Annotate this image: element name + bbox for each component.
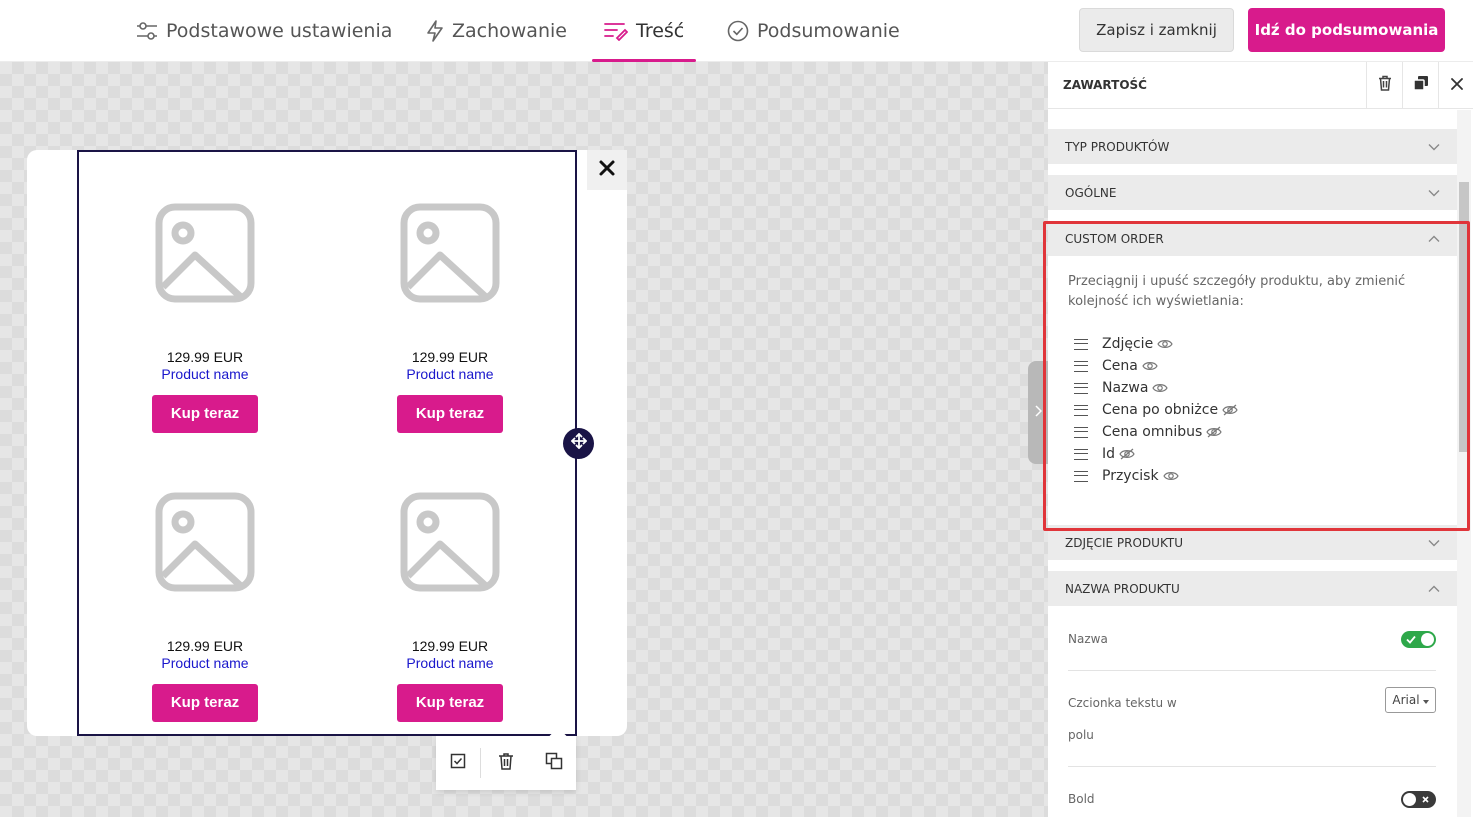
image-placeholder-icon bbox=[155, 492, 255, 592]
section-general[interactable]: OGÓLNE bbox=[1048, 175, 1458, 210]
bold-label: Bold bbox=[1068, 792, 1095, 806]
close-panel-button[interactable] bbox=[1438, 62, 1473, 109]
product-price: 129.99 EUR bbox=[411, 638, 489, 654]
content-icon bbox=[604, 21, 628, 41]
product-price: 129.99 EUR bbox=[166, 349, 244, 365]
move-icon bbox=[570, 432, 588, 455]
buy-now-button[interactable]: Kup teraz bbox=[152, 395, 258, 433]
duplicate-icon bbox=[545, 752, 563, 775]
image-placeholder-icon bbox=[155, 203, 255, 303]
sliders-icon bbox=[136, 21, 158, 41]
duplicate-element-button[interactable] bbox=[1402, 62, 1438, 109]
save-block-button[interactable] bbox=[436, 736, 480, 790]
tab-label: Zachowanie bbox=[452, 20, 567, 42]
product-card: 129.99 EUR Product name Kup teraz bbox=[105, 492, 305, 722]
font-select-value: Arial bbox=[1392, 693, 1420, 707]
product-price: 129.99 EUR bbox=[411, 349, 489, 365]
check-circle-icon bbox=[727, 20, 749, 42]
close-icon bbox=[598, 159, 616, 182]
product-name: Product name bbox=[161, 655, 249, 671]
product-card: 129.99 EUR Product name Kup teraz bbox=[350, 492, 550, 722]
product-price: 129.99 EUR bbox=[166, 638, 244, 654]
copy-icon bbox=[1412, 75, 1429, 96]
panel-title: ZAWARTOŚĆ bbox=[1063, 78, 1147, 92]
chevron-up-icon bbox=[1428, 582, 1440, 596]
tab-label: Podsumowanie bbox=[757, 20, 900, 42]
custom-order-highlight-box bbox=[1043, 221, 1470, 531]
tab-summary[interactable]: Podsumowanie bbox=[727, 0, 900, 62]
buy-now-button[interactable]: Kup teraz bbox=[152, 684, 258, 722]
font-label-line2: polu bbox=[1068, 728, 1094, 742]
section-title: ZDJĘCIE PRODUKTU bbox=[1065, 535, 1183, 550]
chevron-right-icon bbox=[1034, 404, 1043, 422]
delete-block-button[interactable] bbox=[481, 736, 531, 790]
font-select[interactable]: Arial bbox=[1385, 687, 1436, 713]
panel-header: ZAWARTOŚĆ bbox=[1048, 62, 1473, 109]
tab-label: Podstawowe ustawienia bbox=[166, 20, 393, 42]
tab-content[interactable]: Treść bbox=[592, 0, 697, 62]
trash-icon bbox=[498, 752, 514, 775]
section-product-name[interactable]: NAZWA PRODUKTU bbox=[1048, 571, 1458, 606]
caret-down-icon bbox=[1422, 693, 1429, 707]
product-name: Product name bbox=[161, 366, 249, 382]
trash-icon bbox=[1378, 75, 1392, 96]
buy-now-button[interactable]: Kup teraz bbox=[397, 684, 503, 722]
image-placeholder-icon bbox=[400, 492, 500, 592]
go-to-summary-button[interactable]: Idź do podsumowania bbox=[1248, 8, 1445, 52]
product-name: Product name bbox=[406, 366, 494, 382]
name-visibility-toggle[interactable] bbox=[1401, 631, 1436, 648]
tab-label: Treść bbox=[636, 20, 685, 42]
product-card: 129.99 EUR Product name Kup teraz bbox=[105, 203, 305, 433]
product-block-selected[interactable]: 129.99 EUR Product name Kup teraz 129.99… bbox=[77, 150, 577, 736]
section-product-type[interactable]: TYP PRODUKTÓW bbox=[1048, 129, 1458, 164]
active-tab-indicator bbox=[592, 59, 697, 62]
lightning-icon bbox=[426, 20, 444, 42]
section-title: NAZWA PRODUKTU bbox=[1065, 581, 1180, 596]
tab-behavior[interactable]: Zachowanie bbox=[426, 0, 567, 62]
checkbox-icon bbox=[450, 753, 466, 774]
product-name: Product name bbox=[406, 655, 494, 671]
delete-element-button[interactable] bbox=[1366, 62, 1402, 109]
image-placeholder-icon bbox=[400, 203, 500, 303]
chevron-down-icon bbox=[1428, 140, 1440, 154]
product-card: 129.99 EUR Product name Kup teraz bbox=[350, 203, 550, 433]
duplicate-block-button[interactable] bbox=[532, 736, 576, 790]
section-title: TYP PRODUKTÓW bbox=[1065, 139, 1170, 154]
tab-basic-settings[interactable]: Podstawowe ustawienia bbox=[136, 0, 392, 62]
font-label: Czcionka tekstu w bbox=[1068, 696, 1177, 710]
bold-toggle[interactable] bbox=[1401, 791, 1436, 808]
name-visibility-label: Nazwa bbox=[1068, 632, 1108, 646]
close-preview-button[interactable] bbox=[587, 150, 627, 190]
save-close-button[interactable]: Zapisz i zamknij bbox=[1079, 8, 1234, 52]
chevron-down-icon bbox=[1428, 536, 1440, 550]
buy-now-button[interactable]: Kup teraz bbox=[397, 395, 503, 433]
chevron-down-icon bbox=[1428, 186, 1440, 200]
section-title: OGÓLNE bbox=[1065, 185, 1117, 200]
editor-canvas: 129.99 EUR Product name Kup teraz 129.99… bbox=[0, 62, 1048, 817]
block-toolbar bbox=[436, 727, 576, 790]
move-block-handle[interactable] bbox=[563, 428, 594, 459]
close-icon bbox=[1450, 77, 1463, 95]
top-navigation-bar: Podstawowe ustawienia Zachowanie Treść P… bbox=[0, 0, 1473, 62]
